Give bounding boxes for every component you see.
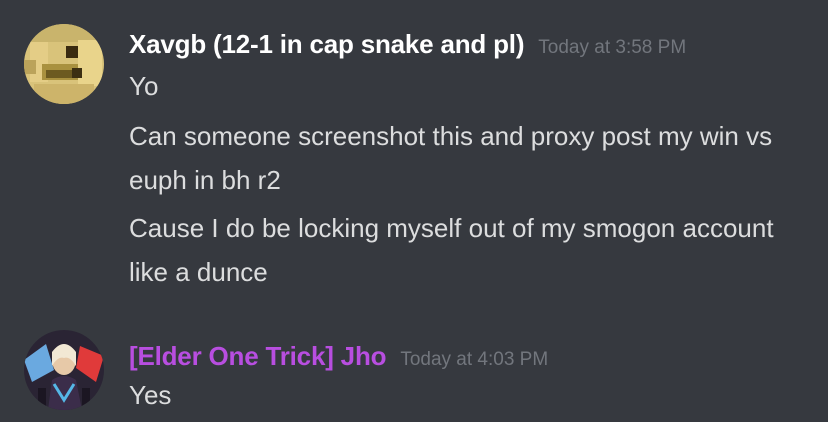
- timestamp[interactable]: Today at 4:03 PM: [400, 349, 548, 371]
- timestamp[interactable]: Today at 3:58 PM: [538, 37, 686, 59]
- chat-messages: Xavgb (12-1 in cap snake and pl) Today a…: [0, 0, 828, 422]
- user-avatar[interactable]: [24, 24, 104, 104]
- message-text: Yo: [129, 71, 159, 101]
- message-header: [Elder One Trick] Jho Today at 4:03 PM: [129, 341, 548, 372]
- username[interactable]: Xavgb (12-1 in cap snake and pl): [129, 29, 524, 60]
- message-text: Cause I do be locking myself out of my s…: [129, 213, 774, 287]
- message-header: Xavgb (12-1 in cap snake and pl) Today a…: [129, 29, 686, 60]
- message-text: Yes: [129, 380, 172, 410]
- message-text: Can someone screenshot this and proxy po…: [129, 121, 773, 195]
- username[interactable]: [Elder One Trick] Jho: [129, 341, 387, 372]
- user-avatar[interactable]: [24, 330, 104, 410]
